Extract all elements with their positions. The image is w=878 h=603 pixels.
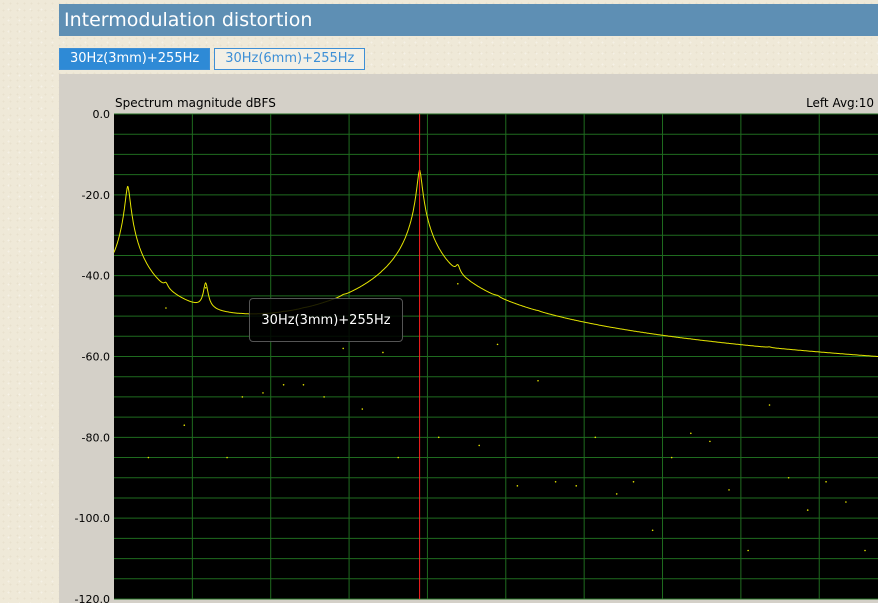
y-tick-label: -20.0 — [82, 189, 110, 202]
spectrum-peak — [457, 282, 459, 285]
y-tick-label: -60.0 — [82, 351, 110, 364]
series-tooltip: 30Hz(3mm)+255Hz — [249, 298, 403, 342]
spectrum-peak — [690, 432, 692, 435]
spectrum-peak — [787, 476, 790, 479]
y-tick-label: -120.0 — [75, 593, 110, 603]
spectrum-peak — [397, 456, 400, 459]
spectrum-peak — [516, 485, 519, 487]
spectrum-peak — [615, 493, 618, 495]
spectrum-peak — [126, 185, 129, 188]
section-title: Intermodulation distortion — [64, 9, 313, 31]
spectrum-peak — [768, 404, 771, 406]
spectrum-peak — [709, 440, 711, 443]
spectrum-peak — [496, 343, 499, 346]
spectrum-peak — [342, 347, 345, 350]
spectrum-peak — [670, 456, 673, 459]
spectrum-peak — [204, 286, 207, 289]
spectrum-peak — [728, 489, 730, 491]
spectrum-peak — [323, 396, 325, 398]
spectrum-peak — [262, 392, 264, 394]
spectrum-peak — [864, 549, 866, 552]
y-tick-label: -40.0 — [82, 270, 110, 283]
spectrum-peak — [537, 379, 539, 382]
spectrum-peak — [226, 456, 228, 459]
chart-panel: Spectrum magnitude dBFS Left Avg:10 0.0-… — [59, 74, 878, 603]
spectrum-peak — [478, 444, 480, 447]
y-tick-label: -80.0 — [82, 431, 110, 444]
spectrum-peak — [241, 396, 244, 398]
y-tick-label: -100.0 — [75, 512, 110, 525]
spectrum-peak — [183, 424, 186, 427]
spectrum-peak — [554, 480, 557, 483]
measurement-tabs: 30Hz(3mm)+255Hz 30Hz(6mm)+255Hz — [59, 48, 366, 70]
spectrum-plot: 0.0 -20.0 -40.0 -60.0 -80.0 -100.0 -120.0 — [75, 108, 878, 603]
spectrum-peak — [845, 501, 847, 503]
spectrum-peak — [437, 436, 440, 439]
spectrum-peak — [747, 549, 749, 552]
spectrum-peak — [361, 408, 364, 410]
section-header: Intermodulation distortion — [59, 4, 878, 36]
spectrum-peak — [382, 351, 384, 354]
spectrum-peak — [632, 480, 635, 483]
y-tick-label: 0.0 — [93, 108, 111, 121]
spectrum-peak — [165, 307, 167, 309]
spectrum-peak — [651, 529, 654, 532]
spectrum-peak — [806, 509, 809, 511]
spectrum-peak — [282, 383, 285, 386]
spectrum-peak — [302, 383, 305, 386]
spectrum-peak — [825, 480, 827, 483]
spectrum-peak — [575, 485, 578, 487]
tab-30hz-3mm[interactable]: 30Hz(3mm)+255Hz — [59, 48, 211, 70]
spectrum-peak — [594, 436, 597, 439]
spectrum-peak — [147, 456, 150, 459]
tab-30hz-6mm[interactable]: 30Hz(6mm)+255Hz — [214, 48, 366, 70]
